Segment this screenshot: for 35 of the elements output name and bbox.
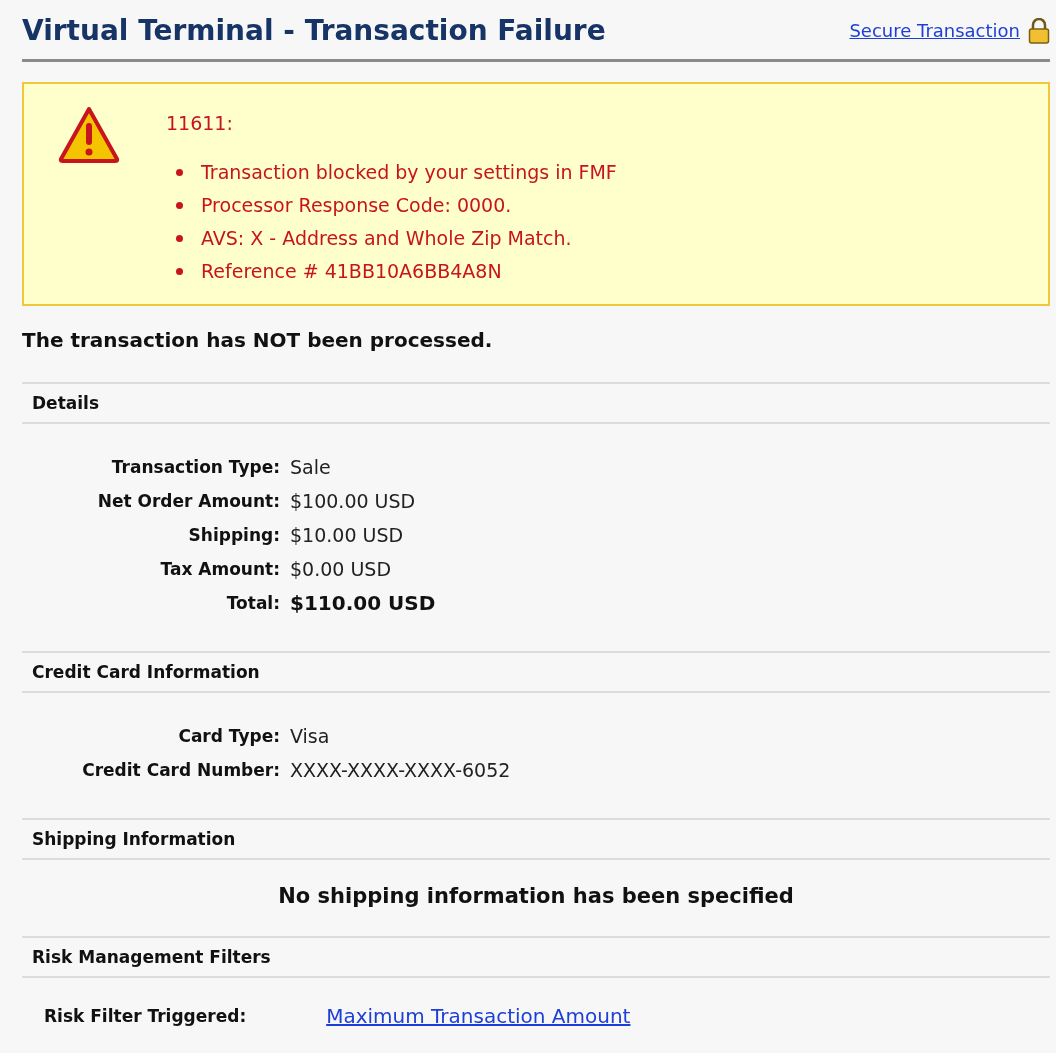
bullet-icon	[176, 202, 183, 209]
page-title: Virtual Terminal - Transaction Failure	[22, 14, 606, 47]
secure-transaction-link[interactable]: Secure Transaction	[849, 20, 1020, 41]
field-label: Card Type:	[177, 725, 280, 748]
field-value: $10.00 USD	[290, 523, 405, 548]
error-message: Reference # 41BB10A6BB4A8N	[201, 259, 502, 284]
empty-message: No shipping information has been specified	[278, 884, 794, 908]
status-message: The transaction has NOT been processed.	[22, 328, 494, 352]
filter-link[interactable]: Maximum Transaction Amount	[326, 1004, 631, 1028]
field-value: $0.00 USD	[290, 557, 393, 582]
bullet-icon	[176, 268, 183, 275]
field-label: Shipping:	[187, 524, 280, 547]
error-message: AVS: X - Address and Whole Zip Match.	[201, 226, 572, 251]
field-label: Net Order Amount:	[96, 490, 280, 513]
bullet-icon	[176, 169, 183, 176]
field-value: $110.00 USD	[290, 590, 436, 617]
field-value: XXXX-XXXX-XXXX-6052	[290, 758, 511, 783]
field-value: Visa	[290, 724, 331, 749]
section-heading: Credit Card Information	[32, 662, 260, 682]
error-code: 11611:	[166, 112, 234, 134]
field-value: $100.00 USD	[290, 489, 417, 514]
error-message: Processor Response Code: 0000.	[201, 193, 512, 218]
field-label: Risk Filter Triggered:	[44, 1006, 247, 1026]
padlock-icon	[1028, 17, 1050, 44]
error-message: Transaction blocked by your settings in FMF	[201, 160, 617, 185]
field-label: Total:	[225, 592, 280, 615]
section-heading: Details	[32, 393, 99, 413]
field-label: Credit Card Number:	[81, 759, 280, 782]
warning-icon	[58, 106, 120, 164]
section-heading: Shipping Information	[32, 829, 236, 849]
bullet-icon	[176, 235, 183, 242]
field-label: Transaction Type:	[110, 456, 280, 479]
section-heading: Risk Management Filters	[32, 947, 271, 967]
field-label: Tax Amount:	[159, 558, 280, 581]
field-value: Sale	[290, 455, 332, 480]
